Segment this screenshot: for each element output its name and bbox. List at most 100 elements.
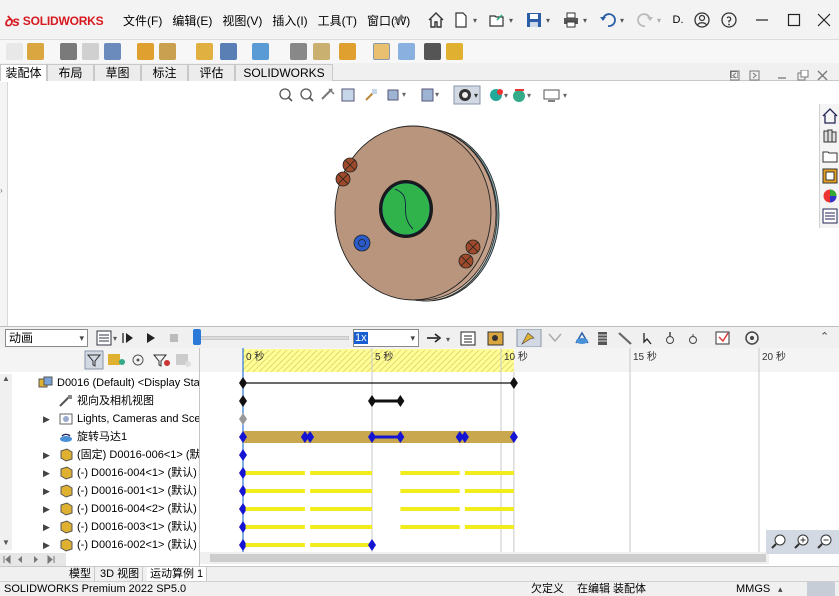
keyframe-marker[interactable]	[239, 377, 247, 389]
component-change-bar[interactable]	[310, 543, 372, 547]
units-up-icon[interactable]: ▴	[778, 582, 783, 596]
instant3d-icon[interactable]	[373, 43, 390, 60]
save-icon[interactable]	[525, 11, 543, 29]
linear-pattern-icon[interactable]	[104, 43, 121, 60]
view-palette-icon[interactable]	[822, 168, 838, 184]
new-document-icon[interactable]	[452, 11, 470, 29]
home-icon[interactable]	[427, 11, 445, 29]
component-change-bar[interactable]	[310, 525, 372, 529]
component-change-bar[interactable]	[310, 471, 372, 475]
viewport-window-controls[interactable]	[730, 70, 830, 82]
playhead-slider-thumb[interactable]	[193, 329, 201, 345]
menu-tools[interactable]: 工具(T)	[313, 13, 362, 29]
tab-model[interactable]: 模型	[66, 567, 95, 582]
scroll-down-icon[interactable]: ▼	[2, 538, 10, 547]
move-component-icon[interactable]	[159, 43, 176, 60]
motion-tools[interactable]: ▾	[424, 329, 770, 347]
open-file-icon[interactable]	[488, 11, 506, 29]
expand-icon[interactable]: ▶	[43, 410, 53, 428]
zoom-in-icon[interactable]	[793, 533, 811, 554]
expand-panel-icon[interactable]: ›	[0, 186, 3, 195]
show-hidden-icon[interactable]	[196, 43, 213, 60]
status-resize-grip[interactable]	[807, 582, 835, 596]
appearances-icon[interactable]	[822, 188, 838, 204]
component-change-bar[interactable]	[245, 471, 305, 475]
tab-evaluate[interactable]: 评估	[188, 64, 235, 81]
graphics-area[interactable]: ▾ ▾ ▾ ▾ ▾ ▾ ⧠	[8, 70, 839, 326]
solidworks-logo[interactable]: ꝺs SOLIDWORKS	[4, 12, 104, 30]
new-dropdown-icon[interactable]: ▾	[471, 12, 479, 28]
tree-row-component[interactable]: ▶ (-) D0016-002<1> (默认)	[0, 536, 199, 554]
component-change-bar[interactable]	[245, 507, 305, 511]
tree-row-component[interactable]: ▶ (-) D0016-004<1> (默认)	[0, 464, 199, 482]
zoom-to-fit-icon[interactable]	[770, 533, 788, 554]
expand-icon[interactable]: ▶	[43, 446, 53, 464]
zoom-out-icon[interactable]	[816, 533, 834, 554]
expand-icon[interactable]: ▶	[43, 518, 53, 536]
undo-icon[interactable]	[599, 11, 617, 29]
study-type-select[interactable]: 动画 ▾	[5, 329, 88, 347]
expand-icon[interactable]: ▶	[43, 536, 53, 554]
user-account-icon[interactable]	[693, 11, 711, 29]
tree-row-component[interactable]: ▶ (-) D0016-001<1> (默认)	[0, 482, 199, 500]
component-change-bar[interactable]	[310, 489, 372, 493]
tab-solidworks-addins[interactable]: SOLIDWORKS 插件	[235, 64, 333, 96]
tree-row-component[interactable]: ▶ (-) D0016-004<2> (默认)	[0, 500, 199, 518]
component-change-bar[interactable]	[245, 543, 305, 547]
tab-markup[interactable]: 标注	[141, 64, 188, 81]
design-library-icon[interactable]	[822, 128, 838, 144]
menu-window[interactable]: 窗口(W)	[362, 13, 415, 29]
keyframe-marker[interactable]	[368, 395, 376, 407]
component-change-bar[interactable]	[245, 489, 305, 493]
menu-edit[interactable]: 编辑(E)	[167, 13, 217, 29]
solidworks-resources-icon[interactable]	[822, 108, 838, 124]
tree-filter-buttons[interactable]	[84, 350, 196, 370]
timeline-hscroll-thumb[interactable]	[210, 554, 766, 562]
maximize-button[interactable]	[780, 6, 808, 34]
component-change-bar[interactable]	[464, 489, 514, 493]
take-snapshot-icon[interactable]	[424, 43, 441, 60]
component-change-bar[interactable]	[400, 489, 460, 493]
save-dropdown-icon[interactable]: ▾	[544, 12, 552, 28]
expand-icon[interactable]: ▶	[43, 464, 53, 482]
motion-timeline[interactable]: 0 秒 5 秒 10 秒 15 秒 20 秒	[200, 348, 839, 566]
tree-tab-scroll-buttons[interactable]	[0, 553, 66, 566]
component-change-bar[interactable]	[464, 525, 514, 529]
assembly-model-view[interactable]	[333, 117, 509, 309]
assembly-features-icon[interactable]	[220, 43, 237, 60]
custom-properties-icon[interactable]	[822, 208, 838, 224]
close-button[interactable]	[810, 6, 838, 34]
mate-icon[interactable]	[60, 43, 77, 60]
expand-icon[interactable]: ▶	[43, 482, 53, 500]
unit-system[interactable]: MMGS	[736, 582, 770, 596]
file-explorer-icon[interactable]	[822, 148, 838, 164]
menu-file[interactable]: 文件(F)	[118, 13, 167, 29]
playback-controls[interactable]: ▾	[96, 329, 196, 347]
undo-dropdown-icon[interactable]: ▾	[618, 12, 626, 28]
tree-row-component[interactable]: ▶ (固定) D0016-006<1> (默	[0, 446, 199, 464]
component-change-bar[interactable]	[464, 507, 514, 511]
expand-icon[interactable]: ▶	[43, 500, 53, 518]
new-motion-study-icon[interactable]	[290, 43, 307, 60]
playback-speed-select[interactable]: 1x ▾	[353, 329, 419, 347]
component-change-bar[interactable]	[245, 525, 305, 529]
component-change-bar[interactable]	[400, 525, 460, 529]
tree-scrollbar[interactable]: ▲ ▼	[0, 374, 12, 550]
bill-of-materials-icon[interactable]	[313, 43, 330, 60]
large-assembly-mode-icon[interactable]	[446, 43, 463, 60]
tree-row-component[interactable]: ▶ (-) D0016-003<1> (默认)	[0, 518, 199, 536]
tab-3d-views[interactable]: 3D 视图	[97, 567, 144, 582]
minimize-button[interactable]	[748, 6, 776, 34]
keyframe-marker[interactable]	[396, 395, 405, 407]
pin-icon[interactable]	[391, 12, 407, 28]
help-icon[interactable]	[720, 11, 738, 29]
keyframe-marker[interactable]	[239, 449, 247, 461]
tree-row-camera-views[interactable]: 视向及相机视图	[0, 392, 199, 410]
menu-insert[interactable]: 插入(I)	[267, 13, 312, 29]
tab-layout[interactable]: 布局	[47, 64, 94, 81]
insert-components-icon[interactable]	[27, 43, 44, 60]
timeline-canvas[interactable]: 0 秒 5 秒 10 秒 15 秒 20 秒	[200, 348, 839, 566]
print-icon[interactable]	[562, 11, 580, 29]
component-change-bar[interactable]	[310, 507, 372, 511]
print-dropdown-icon[interactable]: ▾	[581, 12, 589, 28]
